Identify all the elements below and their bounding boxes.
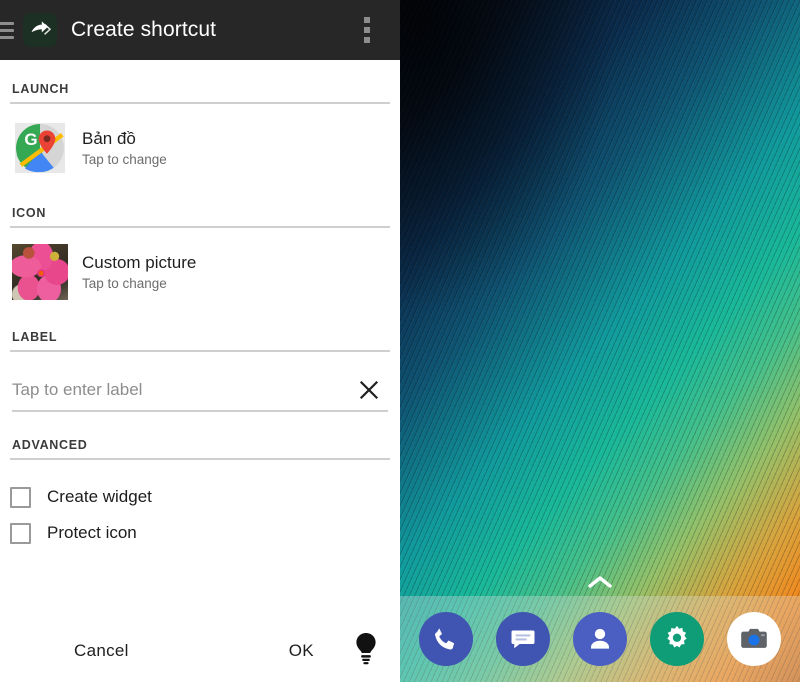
section-header-advanced: ADVANCED	[12, 438, 88, 452]
label-input-placeholder: Tap to enter label	[12, 380, 143, 399]
dock-item-camera[interactable]	[726, 612, 781, 666]
section-header-launch: LAUNCH	[12, 82, 69, 96]
checkbox-create-widget[interactable]	[10, 486, 31, 508]
dock-item-phone[interactable]	[419, 612, 474, 666]
section-header-icon: ICON	[12, 206, 47, 220]
launch-app-subtitle: Tap to change	[82, 151, 167, 167]
close-x-icon[interactable]	[354, 375, 384, 405]
lightbulb-icon[interactable]	[348, 628, 384, 675]
dock-item-settings[interactable]	[649, 612, 704, 666]
ok-button[interactable]: OK	[279, 633, 324, 669]
screenshot-root: Create shortcut LAUNCH G Bản đồ Tap to c…	[0, 0, 800, 682]
shortcut-arrow-icon	[23, 13, 57, 47]
dock-item-contacts[interactable]	[572, 612, 627, 666]
app-bar: Create shortcut	[0, 0, 400, 60]
android-home-screen	[400, 0, 800, 682]
custom-icon-subtitle: Tap to change	[82, 275, 167, 291]
create-shortcut-dialog: Create shortcut LAUNCH G Bản đồ Tap to c…	[0, 0, 400, 682]
checkbox-label-create-widget: Create widget	[47, 487, 152, 506]
checkbox-label-protect-icon: Protect icon	[47, 523, 137, 542]
flower-photo-thumbnail	[12, 244, 68, 300]
camera-icon	[740, 628, 767, 648]
hamburger-menu-icon[interactable]	[0, 21, 18, 39]
home-dock	[400, 596, 800, 682]
section-header-label: LABEL	[12, 330, 58, 344]
checkbox-row-protect-icon[interactable]: Protect icon	[0, 518, 400, 548]
settings-gear-icon	[667, 625, 687, 648]
section-divider	[10, 226, 390, 228]
dialog-content: LAUNCH G Bản đồ Tap to change ICON Custo…	[0, 60, 400, 682]
svg-text:G: G	[24, 130, 37, 149]
cancel-button[interactable]: Cancel	[64, 633, 139, 669]
section-divider	[10, 102, 390, 104]
launch-app-title: Bản đồ	[82, 128, 136, 148]
phone-icon	[435, 628, 455, 650]
contacts-icon	[590, 628, 609, 649]
launch-app-row[interactable]: G Bản đồ Tap to change	[0, 120, 400, 176]
dialog-button-bar: Cancel OK	[0, 620, 400, 682]
google-maps-icon: G	[12, 120, 68, 176]
custom-icon-title: Custom picture	[82, 252, 197, 272]
page-title: Create shortcut	[71, 18, 217, 41]
messages-icon	[511, 630, 535, 649]
dock-item-messages[interactable]	[496, 612, 551, 666]
custom-icon-row[interactable]: Custom picture Tap to change	[0, 244, 400, 300]
overflow-menu-icon[interactable]	[356, 11, 378, 49]
chevron-up-icon[interactable]	[400, 574, 800, 590]
label-input[interactable]: Tap to enter label	[12, 370, 388, 412]
checkbox-protect-icon[interactable]	[10, 522, 31, 544]
checkbox-row-create-widget[interactable]: Create widget	[0, 482, 400, 512]
